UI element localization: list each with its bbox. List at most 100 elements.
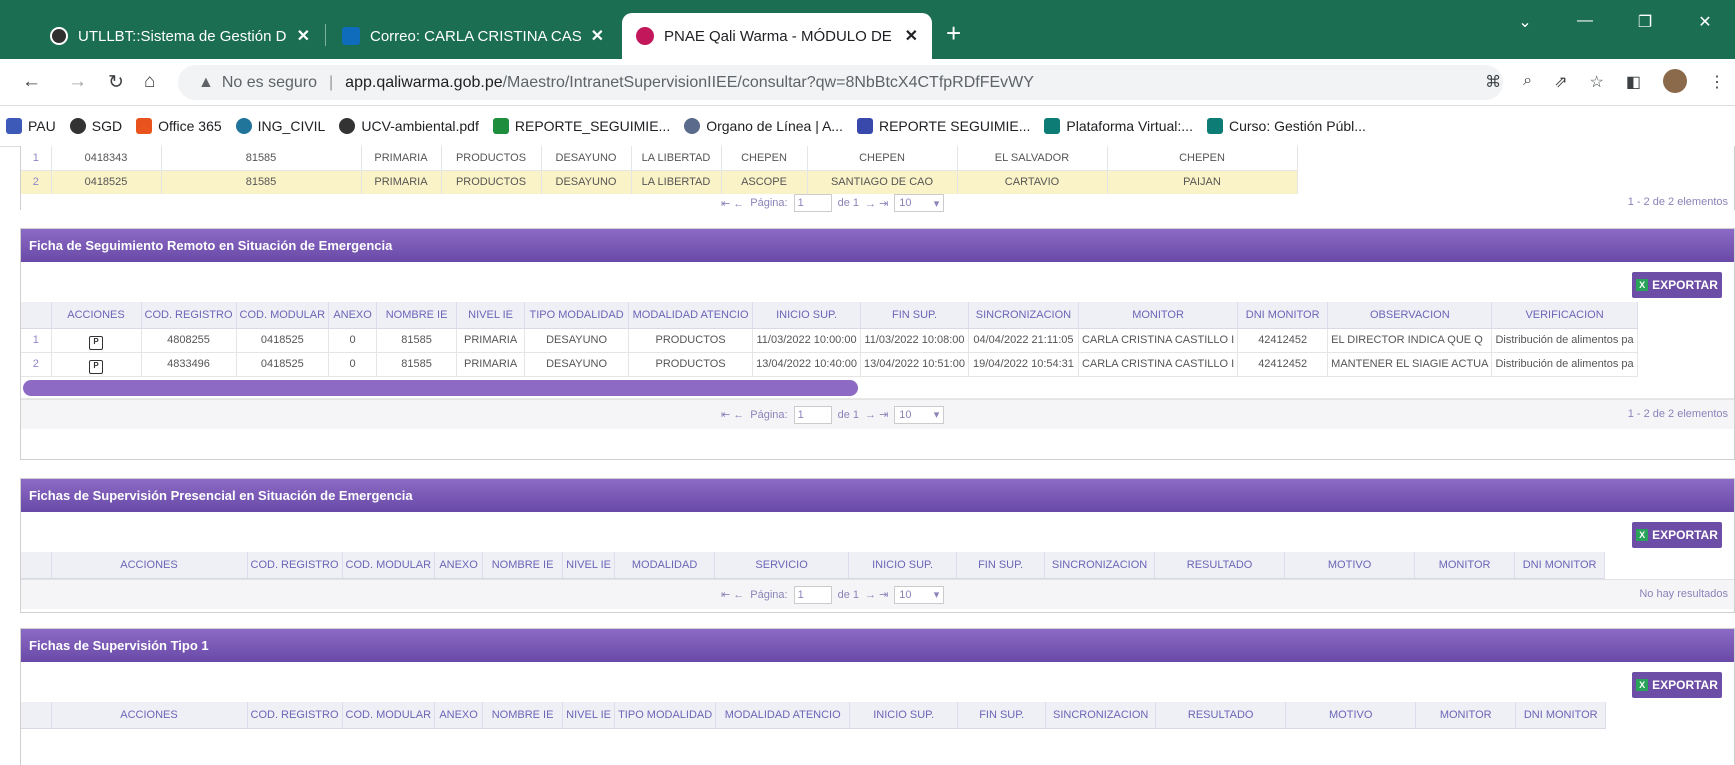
bookmark-ing-civil[interactable]: ING_CIVIL [235,118,325,134]
restore-icon[interactable]: ❐ [1615,12,1675,32]
header-cod-modular[interactable]: COD. MODULAR [342,552,436,579]
share-icon[interactable]: ⇗ [1554,72,1567,93]
page-input[interactable]: 1 [793,585,832,604]
header-anexo[interactable]: ANEXO [328,302,378,329]
header-monitor[interactable]: MONITOR [1415,702,1517,729]
first-page-icon[interactable]: ⇤ ← [721,408,744,421]
header-verificacion[interactable]: VERIFICACION [1491,302,1638,329]
header-motivo[interactable]: MOTIVO [1284,552,1416,579]
header-nombre-ie[interactable]: NOMBRE IE [482,702,564,729]
header-acciones[interactable]: ACCIONES [51,302,142,329]
horizontal-scrollbar[interactable] [21,377,1734,399]
header-acciones[interactable]: ACCIONES [51,702,248,729]
reload-icon[interactable]: ↻ [108,71,124,94]
header-inicio-sup[interactable]: INICIO SUP. [848,552,958,579]
zoom-icon[interactable]: ⌕ [1523,72,1532,93]
header-dni-monitor[interactable]: DNI MONITOR [1515,702,1607,729]
header-nivel-ie[interactable]: NIVEL IE [562,702,616,729]
header-motivo[interactable]: MOTIVO [1285,702,1417,729]
header-anexo[interactable]: ANEXO [434,552,484,579]
first-page-icon[interactable]: ⇤ ← [721,588,744,601]
page-size-select[interactable]: 10 ▾ [894,585,945,604]
tab-qali-warma[interactable]: PNAE Qali Warma - MÓDULO DE ✕ [622,13,932,59]
url-input[interactable]: ▲ No es seguro | app.qaliwarma.gob.pe /M… [178,65,1503,100]
close-icon[interactable]: ✕ [905,26,918,46]
header-cod-modular[interactable]: COD. MODULAR [342,702,436,729]
bookmark-sgd[interactable]: SGD [69,118,122,134]
tab-sgd[interactable]: UTLLBT::Sistema de Gestión Docu ✕ [36,13,324,59]
export-button[interactable]: X EXPORTAR [1632,272,1722,298]
next-page-icon[interactable]: → ⇥ [865,197,888,210]
header-cod-registro[interactable]: COD. REGISTRO [247,552,343,579]
pdf-icon[interactable]: P [89,335,103,350]
bookmark-plataforma-virtual[interactable]: Plataforma Virtual:... [1044,118,1193,134]
bookmark-ucv-ambiental[interactable]: UCV-ambiental.pdf [339,118,479,134]
star-icon[interactable]: ☆ [1590,72,1604,93]
header-fin-sup[interactable]: FIN SUP. [956,552,1046,579]
header-sincronizacion[interactable]: SINCRONIZACION [1044,552,1156,579]
profile-avatar[interactable] [1663,69,1687,93]
translate-icon[interactable]: ⌘ [1485,72,1501,93]
minimize-icon[interactable]: — [1555,12,1615,32]
close-icon[interactable]: ✕ [297,26,310,46]
header-inicio-sup[interactable]: INICIO SUP. [849,702,959,729]
header-inicio-sup[interactable]: INICIO SUP. [752,302,862,329]
header-sincronizacion[interactable]: SINCRONIZACION [1045,702,1157,729]
header-acciones[interactable]: ACCIONES [51,552,248,579]
table-row[interactable]: 2 0418525 81585 PRIMARIA PRODUCTOS DESAY… [21,170,1298,195]
first-page-icon[interactable]: ⇤ ← [721,197,744,210]
chevron-down-icon[interactable]: ⌄ [1495,12,1555,32]
header-resultado[interactable]: RESULTADO [1155,702,1287,729]
next-page-icon[interactable]: → ⇥ [865,408,888,421]
header-resultado[interactable]: RESULTADO [1154,552,1286,579]
header-modalidad-atencion[interactable]: MODALIDAD ATENCIO [628,302,754,329]
new-tab-button[interactable]: + [946,18,961,49]
page-size-select[interactable]: 10 ▾ [894,405,945,424]
page-size-select[interactable]: 10 ▾ [894,194,945,212]
table-row[interactable]: 1 P 4808255 0418525 0 81585 PRIMARIA DES… [21,328,1638,353]
header-fin-sup[interactable]: FIN SUP. [860,302,969,329]
scrollbar-thumb[interactable] [23,379,858,396]
bookmark-pau[interactable]: PAU [6,118,56,134]
export-button[interactable]: X EXPORTAR [1632,672,1722,698]
next-page-icon[interactable]: → ⇥ [865,588,888,601]
close-icon[interactable]: ✕ [591,26,604,46]
export-button[interactable]: X EXPORTAR [1632,522,1722,548]
forward-icon[interactable]: → [68,71,87,93]
page-input[interactable]: 1 [793,405,832,424]
bookmark-curso-gestion[interactable]: Curso: Gestión Públ... [1206,118,1366,134]
header-modalidad-atencion[interactable]: MODALIDAD ATENCIO [715,702,851,729]
header-dni-monitor[interactable]: DNI MONITOR [1237,302,1329,329]
table-row[interactable]: 1 0418343 81585 PRIMARIA PRODUCTOS DESAY… [21,146,1298,171]
pdf-icon[interactable]: P [89,359,103,374]
tab-correo[interactable]: Correo: CARLA CRISTINA CASTILL ✕ [328,13,618,59]
home-icon[interactable]: ⌂ [144,71,155,93]
header-cod-modular[interactable]: COD. MODULAR [236,302,330,329]
header-cod-registro[interactable]: COD. REGISTRO [247,702,343,729]
bookmark-reporte-seguimiento-1[interactable]: REPORTE_SEGUIMIE... [492,118,670,134]
sidepanel-icon[interactable]: ◧ [1626,72,1641,93]
bookmark-organo-de-linea[interactable]: Organo de Línea | A... [684,118,843,134]
header-monitor[interactable]: MONITOR [1414,552,1516,579]
header-tipo-modalidad[interactable]: TIPO MODALIDAD [614,702,717,729]
header-anexo[interactable]: ANEXO [434,702,484,729]
header-nivel-ie[interactable]: NIVEL IE [562,552,616,579]
header-modalidad[interactable]: MODALIDAD [614,552,716,579]
bookmark-reporte-seguimiento-2[interactable]: REPORTE SEGUIMIE... [856,118,1030,134]
header-sincronizacion[interactable]: SINCRONIZACION [968,302,1079,329]
back-icon[interactable]: ← [22,71,41,93]
bookmark-office365[interactable]: Office 365 [136,118,222,134]
header-monitor[interactable]: MONITOR [1078,302,1239,329]
page-input[interactable]: 1 [793,194,832,212]
table-row[interactable]: 2 P 4833496 0418525 0 81585 PRIMARIA DES… [21,352,1638,377]
header-nivel-ie[interactable]: NIVEL IE [456,302,526,329]
header-servicio[interactable]: SERVICIO [714,552,850,579]
header-fin-sup[interactable]: FIN SUP. [957,702,1047,729]
menu-icon[interactable]: ⋮ [1709,72,1725,93]
header-cod-registro[interactable]: COD. REGISTRO [141,302,237,329]
header-nombre-ie[interactable]: NOMBRE IE [376,302,458,329]
header-nombre-ie[interactable]: NOMBRE IE [482,552,564,579]
header-tipo-modalidad[interactable]: TIPO MODALIDAD [524,302,630,329]
close-window-icon[interactable]: ✕ [1675,12,1735,32]
header-dni-monitor[interactable]: DNI MONITOR [1514,552,1606,579]
